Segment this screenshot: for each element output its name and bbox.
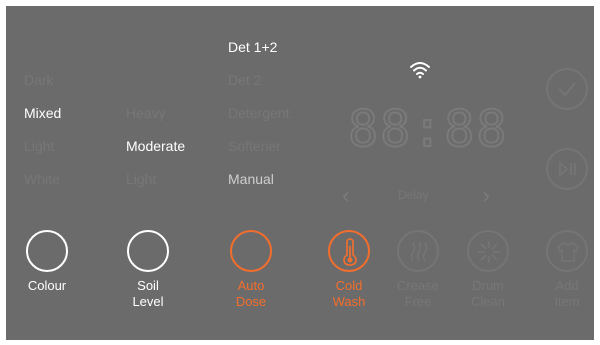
crease-free-icon (410, 242, 428, 262)
control-panel: Dark Mixed Light White Heavy Moderate Li… (6, 6, 594, 340)
detergent-option-detergent[interactable]: Detergent (228, 105, 289, 121)
wifi-icon (410, 62, 430, 79)
colour-button[interactable] (26, 230, 68, 272)
colour-option-mixed[interactable]: Mixed (24, 105, 61, 121)
detergent-option-manual[interactable]: Manual (228, 171, 274, 187)
colour-option-light[interactable]: Light (24, 138, 54, 154)
detergent-option-det12[interactable]: Det 1+2 (228, 39, 277, 55)
thermometer-icon (343, 238, 357, 266)
soil-option-moderate[interactable]: Moderate (126, 138, 185, 154)
crease-free-label: Crease Free (397, 278, 439, 309)
time-display: 88:88 (347, 99, 509, 159)
drum-clean-label: Drum Clean (471, 278, 505, 309)
drum-clean-icon (478, 241, 500, 263)
soil-level-button[interactable] (127, 230, 169, 272)
drum-clean-button[interactable] (467, 230, 509, 272)
colour-label: Colour (27, 278, 67, 293)
detergent-option-softener[interactable]: Softener (228, 138, 281, 154)
colour-option-white[interactable]: White (24, 171, 60, 187)
cold-wash-label: Cold Wash (332, 278, 366, 309)
soil-level-label: Soil Level (132, 278, 164, 309)
check-icon (558, 82, 576, 97)
chevron-left-icon[interactable]: ‹ (342, 184, 350, 208)
add-item-label: Add Item (554, 278, 580, 309)
detergent-option-det2[interactable]: Det 2 (228, 72, 261, 88)
soil-option-light[interactable]: Light (126, 171, 156, 187)
soil-option-heavy[interactable]: Heavy (126, 105, 166, 121)
play-pause-button[interactable] (546, 148, 588, 190)
add-item-button[interactable] (546, 230, 588, 272)
play-pause-icon (559, 161, 576, 177)
delay-label: Delay (398, 188, 429, 202)
start-button[interactable] (546, 68, 588, 110)
auto-dose-button[interactable] (230, 230, 272, 272)
crease-free-button[interactable] (397, 230, 439, 272)
add-item-icon (556, 242, 580, 262)
auto-dose-label: Auto Dose (235, 278, 267, 309)
chevron-right-icon[interactable]: › (482, 184, 490, 208)
cold-wash-button[interactable] (328, 230, 370, 272)
colour-option-dark[interactable]: Dark (24, 72, 54, 88)
